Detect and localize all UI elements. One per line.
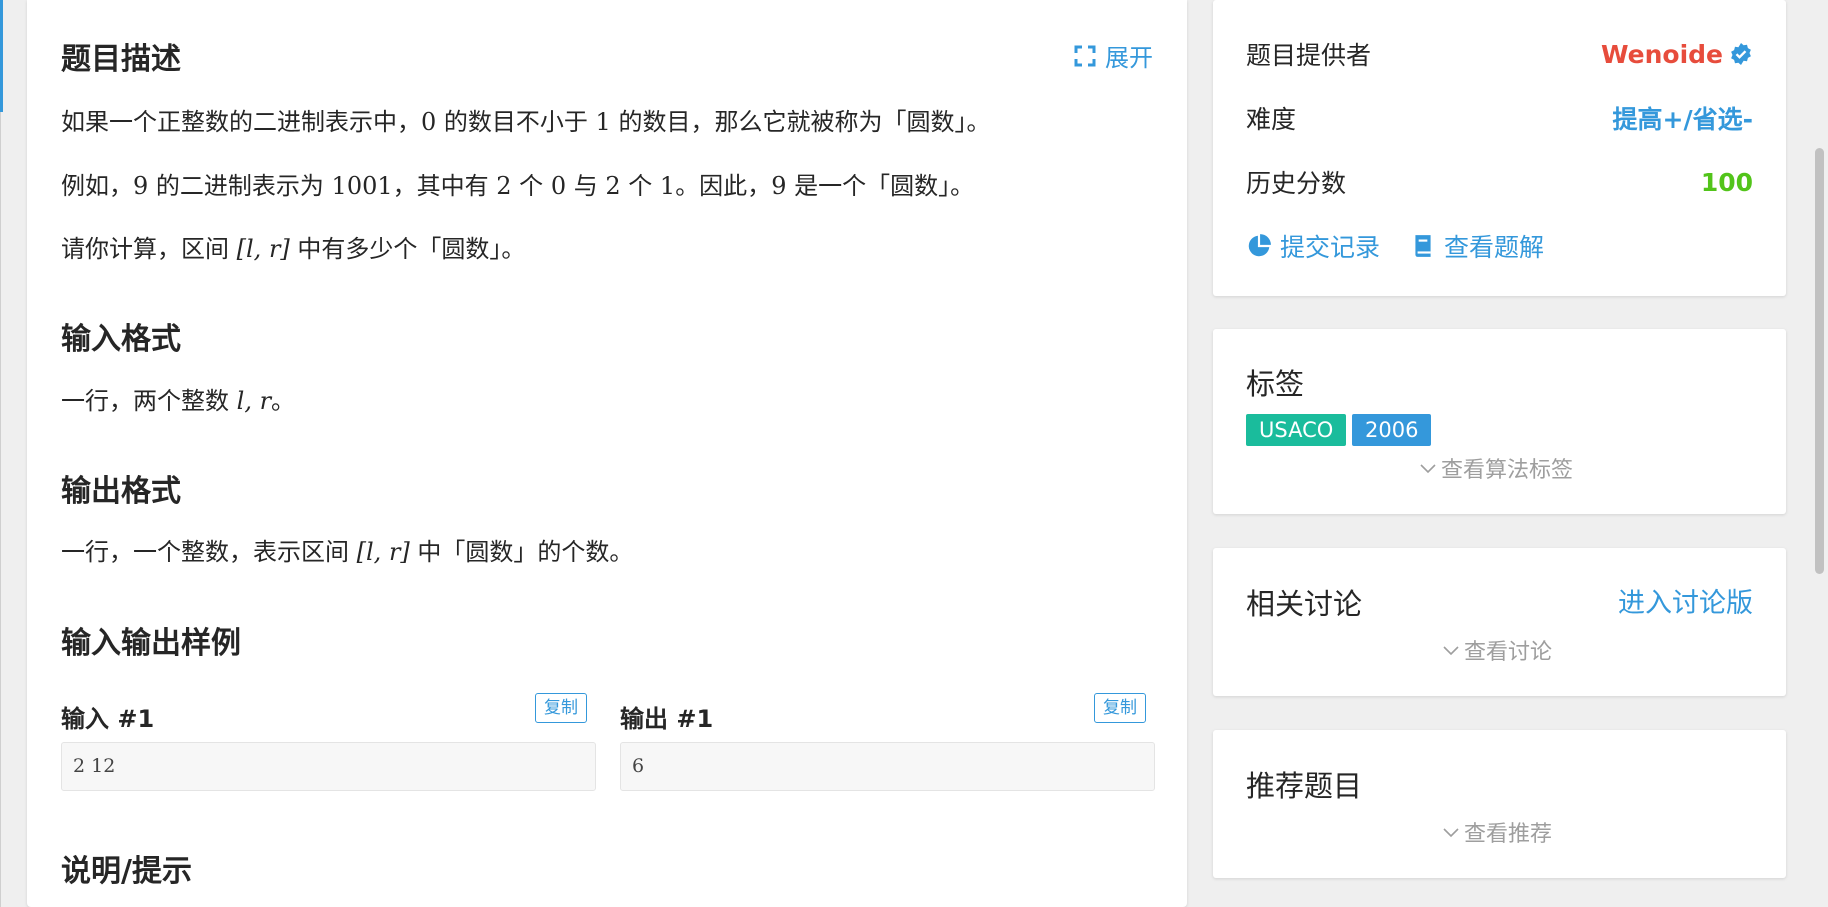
show-discussion-label: 查看讨论 (1464, 640, 1553, 665)
output-format-text: 一行，一个整数，表示区间 [l, r] 中「圆数」的个数。 (61, 538, 634, 566)
provider-name: Wenoide (1600, 39, 1723, 69)
show-algo-tags-label: 查看算法标签 (1441, 458, 1574, 483)
sample-input-box[interactable]: 2 12 (61, 742, 596, 791)
book-icon (1415, 235, 1431, 257)
difficulty-value[interactable]: 提高+/省选- (1613, 100, 1753, 136)
score-key: 历史分数 (1246, 169, 1347, 198)
description-paragraph-3: 请你计算，区间 [l, r] 中有多少个「圆数」。 (61, 235, 526, 263)
discussion-card: 相关讨论 进入讨论版 查看讨论 (1213, 548, 1786, 696)
chevron-down-icon (1443, 828, 1459, 838)
show-recommend-label: 查看推荐 (1464, 822, 1553, 847)
show-discussion-link[interactable]: 查看讨论 (1442, 634, 1552, 666)
problem-info-card: 题目提供者 Wenoide 难度 提高+/省选- 历史分数 100 提交记录 查… (1213, 0, 1786, 296)
info-links: 提交记录 查看题解 (1246, 228, 1544, 264)
expand-icon (1074, 45, 1096, 66)
tag-usaco[interactable]: USACO (1246, 414, 1347, 446)
sample-output-box[interactable]: 6 (620, 742, 1155, 791)
solutions-label: 查看题解 (1444, 233, 1545, 262)
tags-card: 标签 USACO 2006 查看算法标签 (1213, 329, 1786, 514)
description-title: 题目描述 (61, 42, 181, 77)
expand-label: 展开 (1105, 44, 1153, 72)
input-format-text: 一行，两个整数 l, r。 (61, 387, 296, 415)
recommend-title: 推荐题目 (1246, 769, 1363, 803)
chevron-down-icon (1420, 464, 1436, 474)
discussion-title: 相关讨论 (1246, 587, 1363, 621)
sample-output-label: 输出 #1 (620, 705, 714, 733)
provider-link[interactable]: Wenoide (1601, 40, 1753, 69)
score-value: 100 (1700, 167, 1753, 197)
difficulty-key: 难度 (1246, 105, 1297, 134)
copy-input-button[interactable]: 复制 (535, 693, 587, 723)
output-format-title: 输出格式 (61, 474, 181, 509)
submissions-link[interactable]: 提交记录 (1246, 228, 1380, 264)
hint-title: 说明/提示 (61, 854, 192, 889)
score-row: 历史分数 100 (1246, 164, 1753, 200)
enter-discussion-link[interactable]: 进入讨论版 (1618, 581, 1753, 620)
copy-output-button[interactable]: 复制 (1094, 693, 1146, 723)
left-border (0, 112, 1, 907)
samples-title: 输入输出样例 (61, 626, 241, 661)
tags-title: 标签 (1246, 367, 1305, 401)
provider-key: 题目提供者 (1246, 41, 1372, 70)
expand-button[interactable]: 展开 (1073, 38, 1153, 73)
provider-row: 题目提供者 Wenoide (1246, 36, 1753, 72)
description-paragraph-1: 如果一个正整数的二进制表示中，0 的数目不小于 1 的数目，那么它就被称为「圆数… (61, 108, 991, 136)
verified-badge-icon (1731, 43, 1751, 65)
left-accent-strip (0, 0, 3, 112)
input-format-title: 输入格式 (61, 322, 181, 357)
difficulty-row: 难度 提高+/省选- (1246, 100, 1753, 136)
sample-input-label: 输入 #1 (61, 705, 155, 733)
chevron-down-icon (1443, 646, 1459, 656)
recommend-card: 推荐题目 查看推荐 (1213, 730, 1786, 878)
show-recommend-link[interactable]: 查看推荐 (1442, 816, 1552, 848)
description-paragraph-2: 例如，9 的二进制表示为 1001，其中有 2 个 0 与 2 个 1。因此，9… (61, 172, 975, 200)
submissions-label: 提交记录 (1280, 233, 1381, 262)
pie-chart-icon (1248, 234, 1271, 257)
problem-card: 题目描述 展开 如果一个正整数的二进制表示中，0 的数目不小于 1 的数目，那么… (27, 0, 1187, 907)
tag-year[interactable]: 2006 (1352, 414, 1432, 446)
show-algo-tags-link[interactable]: 查看算法标签 (1419, 452, 1573, 484)
scrollbar-thumb[interactable] (1815, 148, 1824, 574)
solutions-link[interactable]: 查看题解 (1410, 228, 1544, 264)
